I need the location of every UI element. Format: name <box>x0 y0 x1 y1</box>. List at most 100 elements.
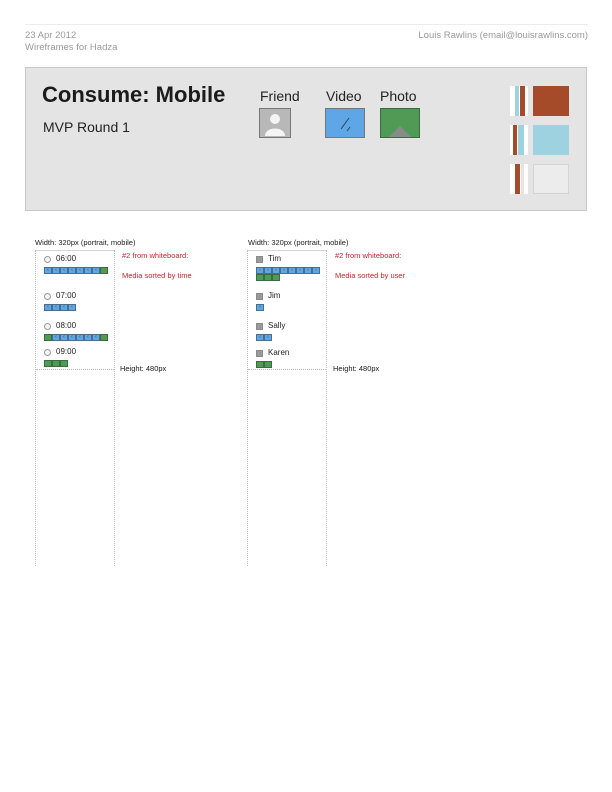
screen1-frame: 06:00 ‹ ‹ ‹ ‹ ‹ ‹ ‹ 07:00 ‹ ‹ ‹ ‹ 08:00 ‹ ‹ ‹ ‹ ‹ ‹ 09:00 <box>35 250 115 566</box>
video-tile[interactable]: ‹ <box>312 267 320 274</box>
photo-tile[interactable] <box>256 274 264 281</box>
video-tile[interactable]: ‹ <box>76 267 84 274</box>
play-icon: ‹ <box>47 267 49 273</box>
media-strip <box>256 361 320 368</box>
photo-tile[interactable] <box>100 334 108 341</box>
play-icon: ‹ <box>275 267 277 273</box>
play-icon: ‹ <box>267 267 269 273</box>
media-strip: ‹ ‹ ‹ ‹ ‹ ‹ <box>44 334 108 341</box>
legend-photo-label: Photo <box>380 88 417 104</box>
photo-tile[interactable] <box>44 334 52 341</box>
video-icon <box>325 108 365 138</box>
legend-friend-label: Friend <box>260 88 300 104</box>
row-label: 08:00 <box>56 321 77 330</box>
video-tile[interactable]: ‹ <box>296 267 304 274</box>
video-tile[interactable]: ‹ <box>264 334 272 341</box>
play-icon: ‹ <box>79 334 81 340</box>
play-icon: ‹ <box>299 267 301 273</box>
photo-tile[interactable] <box>256 361 264 368</box>
video-tile[interactable]: ‹ <box>84 334 92 341</box>
media-strip: ‹ ‹ ‹ ‹ ‹ ‹ ‹ <box>44 267 108 274</box>
page-title: Consume: Mobile <box>42 82 226 107</box>
screen2-note-title: #2 from whiteboard: <box>335 251 402 260</box>
play-icon: ‹ <box>307 267 309 273</box>
play-icon: ‹ <box>259 304 261 310</box>
video-tile[interactable]: ‹ <box>280 267 288 274</box>
photo-tile[interactable] <box>52 360 60 367</box>
swatch-rust <box>533 86 569 116</box>
screen1-width-label: Width: 320px (portrait, mobile) <box>35 238 136 247</box>
video-tile[interactable]: ‹ <box>76 334 84 341</box>
video-tile[interactable]: ‹ <box>256 334 264 341</box>
play-icon: ‹ <box>71 267 73 273</box>
photo-tile[interactable] <box>60 360 68 367</box>
photo-icon <box>380 108 420 138</box>
play-icon: ‹ <box>71 334 73 340</box>
video-tile[interactable]: ‹ <box>52 334 60 341</box>
video-tile[interactable]: ‹ <box>68 267 76 274</box>
video-tile[interactable]: ‹ <box>52 304 60 311</box>
play-icon: ‹ <box>95 267 97 273</box>
swatch-stack-2 <box>510 125 528 155</box>
row-label: 06:00 <box>56 254 77 263</box>
screen1-height-label: Height: 480px <box>120 364 167 373</box>
screen2-note-body: Media sorted by user <box>335 271 406 280</box>
video-tile[interactable]: ‹ <box>52 267 60 274</box>
play-icon: ‹ <box>87 267 89 273</box>
top-rule <box>25 24 588 25</box>
clock-icon <box>44 323 51 330</box>
swatch-light-blue <box>533 125 569 155</box>
play-icon: ‹ <box>55 267 57 273</box>
screen2-height-label: Height: 480px <box>333 364 380 373</box>
photo-tile[interactable] <box>100 267 108 274</box>
clock-icon <box>44 293 51 300</box>
legend-video-label: Video <box>326 88 362 104</box>
photo-tile[interactable] <box>264 361 272 368</box>
screen2-frame: Tim ‹ ‹ ‹ ‹ ‹ ‹ ‹ ‹ Jim ‹ Sally ‹ ‹ Karen <box>247 250 327 566</box>
user-silhouette-icon <box>259 108 291 138</box>
play-icon: ‹ <box>55 334 57 340</box>
user-icon <box>256 293 263 300</box>
play-icon: ‹ <box>47 304 49 310</box>
video-tile[interactable]: ‹ <box>84 267 92 274</box>
clock-icon <box>44 256 51 263</box>
row-label: Tim <box>268 254 282 263</box>
photo-tile[interactable] <box>44 360 52 367</box>
screen1-note-title: #2 from whiteboard: <box>122 251 189 260</box>
play-icon: ‹ <box>283 267 285 273</box>
play-icon: ‹ <box>71 304 73 310</box>
row-label: Jim <box>268 291 281 300</box>
video-tile[interactable]: ‹ <box>60 304 68 311</box>
media-strip: ‹ <box>256 304 320 311</box>
play-icon: ‹ <box>315 267 317 273</box>
video-tile[interactable]: ‹ <box>288 267 296 274</box>
video-tile[interactable]: ‹ <box>256 304 264 311</box>
video-tile[interactable]: ‹ <box>92 267 100 274</box>
row-label: 09:00 <box>56 347 77 356</box>
video-tile[interactable]: ‹ <box>264 267 272 274</box>
user-icon <box>256 323 263 330</box>
row-label: 07:00 <box>56 291 77 300</box>
media-strip: ‹ ‹ ‹ ‹ <box>44 304 108 311</box>
photo-tile[interactable] <box>264 274 272 281</box>
video-tile[interactable]: ‹ <box>256 267 264 274</box>
video-tile[interactable]: ‹ <box>44 304 52 311</box>
video-tile[interactable]: ‹ <box>60 334 68 341</box>
video-tile[interactable]: ‹ <box>68 334 76 341</box>
play-icon: ‹ <box>267 334 269 340</box>
video-tile[interactable]: ‹ <box>272 267 280 274</box>
play-icon: ‹ <box>63 267 65 273</box>
project-label: Wireframes for Hadza <box>25 42 118 53</box>
video-tile[interactable]: ‹ <box>304 267 312 274</box>
video-tile[interactable]: ‹ <box>44 267 52 274</box>
play-icon: ‹ <box>55 304 57 310</box>
photo-tile[interactable] <box>272 274 280 281</box>
play-icon: ‹ <box>259 267 261 273</box>
play-icon: ‹ <box>63 334 65 340</box>
video-tile[interactable]: ‹ <box>92 334 100 341</box>
row-label: Sally <box>268 321 286 330</box>
user-icon <box>256 350 263 357</box>
swatch-stack-3 <box>510 164 528 194</box>
video-tile[interactable]: ‹ <box>68 304 76 311</box>
video-tile[interactable]: ‹ <box>60 267 68 274</box>
